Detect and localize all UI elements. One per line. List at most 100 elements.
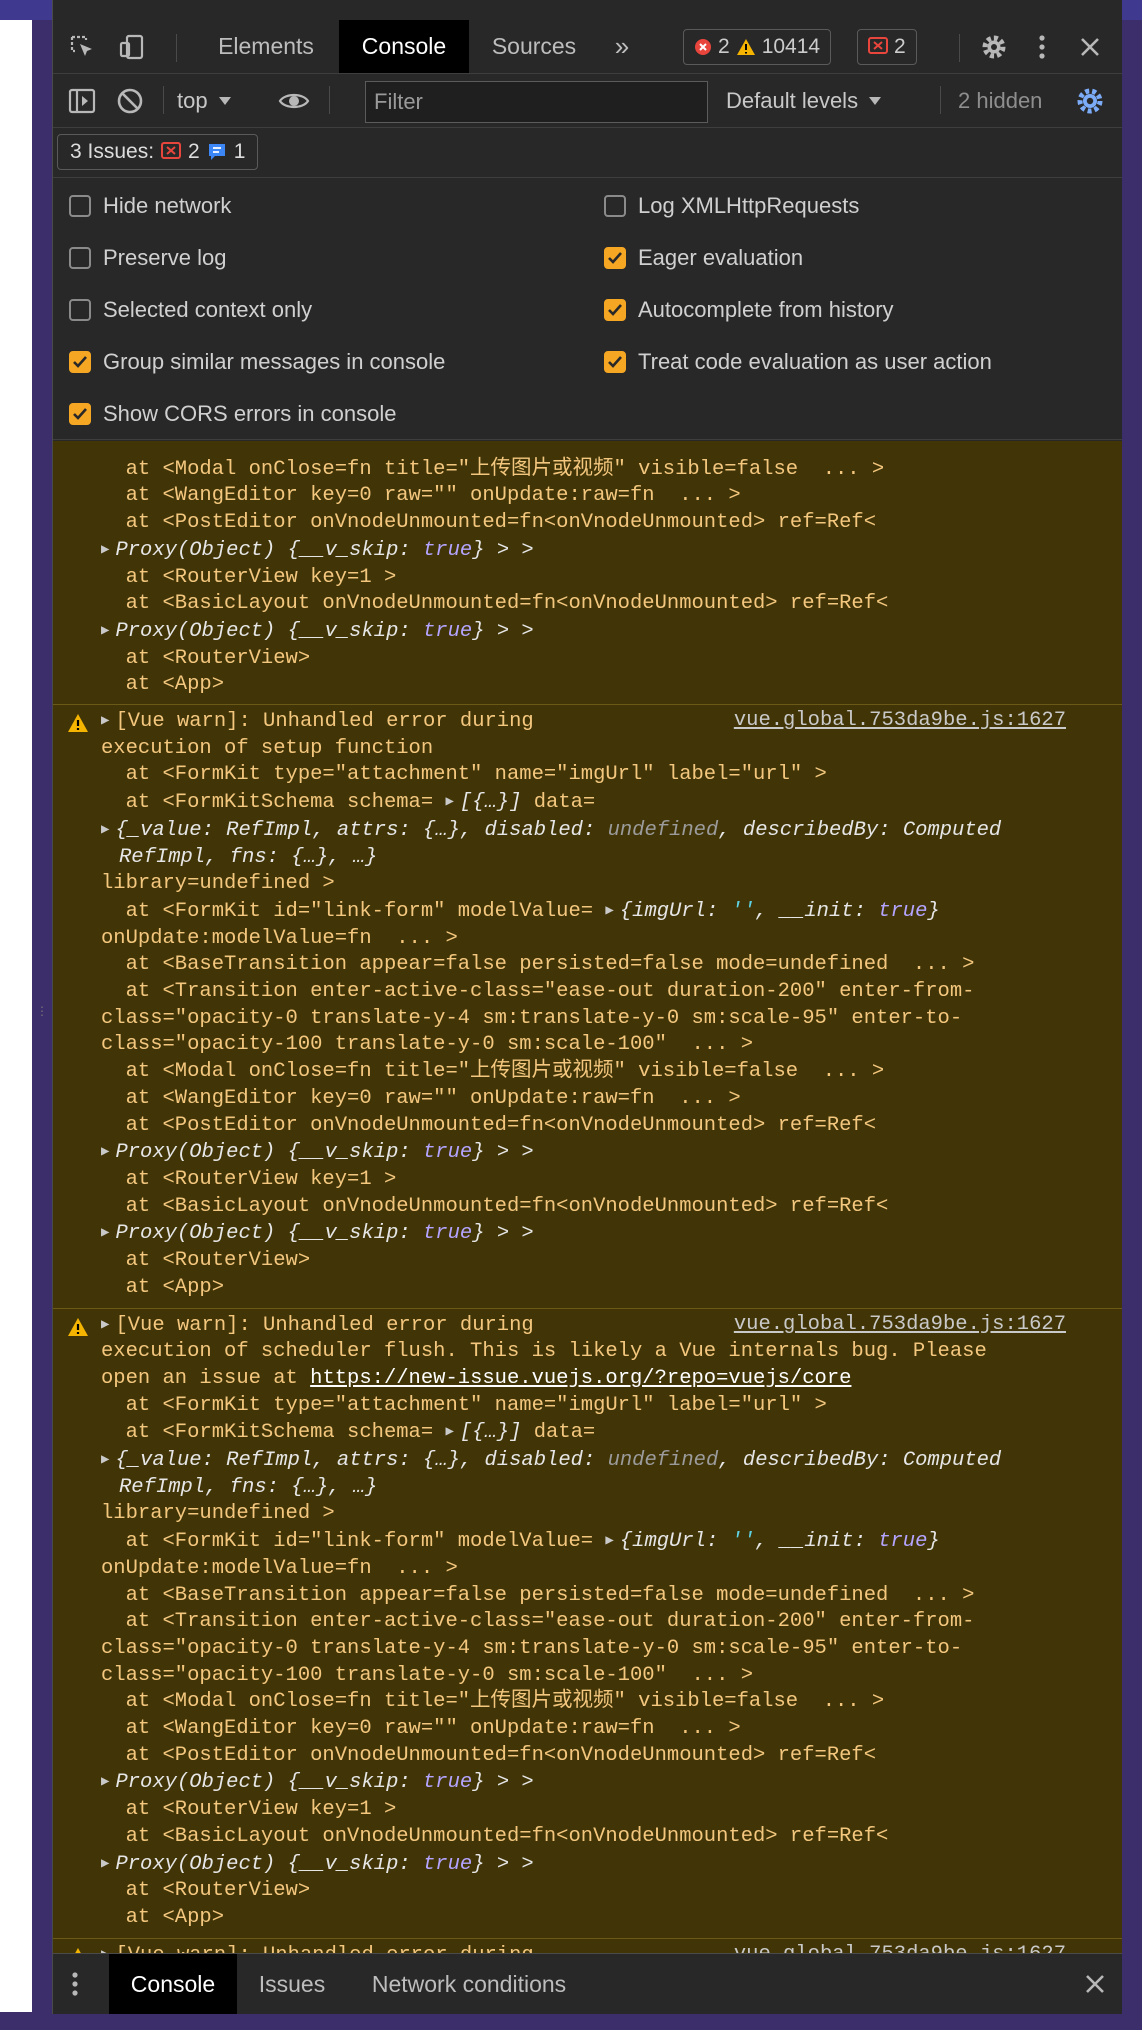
filter-input[interactable] xyxy=(365,81,708,123)
eager-evaluation-option[interactable]: Eager evaluation xyxy=(604,241,803,275)
console-warning-message: vue.global.753da9be.js:1627▶[Vue warn]: … xyxy=(53,705,1122,1309)
expand-triangle-icon[interactable]: ▶ xyxy=(101,618,109,645)
expand-triangle-icon[interactable]: ▶ xyxy=(445,789,453,816)
stack-line: at <RouterView> xyxy=(101,646,311,670)
inspect-element-icon[interactable] xyxy=(65,32,99,62)
log-levels-dropdown[interactable]: Default levels xyxy=(726,84,882,118)
expand-triangle-icon[interactable]: ▶ xyxy=(605,1528,613,1555)
warning-triangle-icon xyxy=(736,39,755,55)
hide-network-option[interactable]: Hide network xyxy=(69,189,231,223)
more-options-icon[interactable] xyxy=(1025,32,1059,62)
tab-elements[interactable]: Elements xyxy=(193,20,339,73)
drawer-tab-console[interactable]: Console xyxy=(109,1954,237,2014)
selected-context-checkbox[interactable] xyxy=(69,299,91,321)
error-count: 2 xyxy=(718,35,730,58)
drawer-menu-icon[interactable] xyxy=(53,1954,97,2014)
resize-handle[interactable]: ⋮ xyxy=(36,1004,48,1024)
show-cors-option[interactable]: Show CORS errors in console xyxy=(69,397,396,431)
issue-link[interactable]: https://new-issue.vuejs.org/?repo=vuejs/… xyxy=(310,1367,851,1390)
selected-context-option[interactable]: Selected context only xyxy=(69,293,312,327)
console-toolbar: top Default levels 2 hidden xyxy=(53,74,1122,128)
group-similar-option[interactable]: Group similar messages in console xyxy=(69,345,445,379)
separator xyxy=(959,34,960,62)
console-warning-message: vue.global.753da9be.js:1627▶[Vue warn]: … xyxy=(53,1309,1122,1939)
checkmark-icon xyxy=(608,304,622,316)
separator xyxy=(176,34,177,62)
stack-line: at <Modal onClose=fn title="上传图片或视频" vis… xyxy=(101,457,885,481)
stack-line: at <App> xyxy=(101,673,225,697)
treat-code-eval-option[interactable]: Treat code evaluation as user action xyxy=(604,345,992,379)
issues-button[interactable]: 3 Issues: 2 1 xyxy=(57,134,259,170)
console-messages: at <Modal onClose=fn title="上传图片或视频" vis… xyxy=(53,441,1122,1953)
expand-triangle-icon[interactable]: ▶ xyxy=(101,537,109,564)
checkmark-icon xyxy=(608,356,622,368)
console-warning-message: at <Modal onClose=fn title="上传图片或视频" vis… xyxy=(53,441,1122,706)
source-link[interactable]: vue.global.753da9be.js:1627 xyxy=(734,708,1066,735)
stack-line: at <RouterView key=1 > xyxy=(101,565,397,589)
preserve-log-checkbox[interactable] xyxy=(69,247,91,269)
issues-label: 3 Issues: xyxy=(70,140,155,163)
autocomplete-history-checkbox[interactable] xyxy=(604,299,626,321)
more-tabs-button[interactable]: » xyxy=(599,20,645,73)
settings-gear-icon[interactable] xyxy=(977,32,1011,62)
stack-line: at <BasicLayout onVnodeUnmounted=fn<onVn… xyxy=(101,592,889,616)
issues-error-count: 2 xyxy=(188,140,200,163)
main-tab-bar: Elements Console Sources » 2 10414 2 xyxy=(53,20,1122,74)
live-expression-eye-icon[interactable] xyxy=(277,84,311,118)
dropdown-arrow-icon xyxy=(218,97,231,105)
preserve-log-option[interactable]: Preserve log xyxy=(69,241,227,275)
close-devtools-icon[interactable] xyxy=(1073,32,1107,62)
bottom-drawer-bar: Console Issues Network conditions xyxy=(53,1953,1122,2014)
context-selector[interactable]: top xyxy=(177,84,232,118)
expand-triangle-icon[interactable]: ▶ xyxy=(101,1220,109,1247)
separator xyxy=(329,86,330,114)
issue-info-icon xyxy=(208,144,225,160)
drawer-tab-issues[interactable]: Issues xyxy=(237,1954,347,2014)
group-similar-checkbox[interactable] xyxy=(69,351,91,373)
drawer-tab-network-conditions[interactable]: Network conditions xyxy=(347,1954,591,2014)
expand-triangle-icon[interactable]: ▶ xyxy=(101,1447,109,1474)
console-settings-gear-icon[interactable] xyxy=(1073,84,1107,118)
source-link[interactable]: vue.global.753da9be.js:1627 xyxy=(734,1312,1066,1339)
tab-console[interactable]: Console xyxy=(339,20,469,73)
treat-code-eval-checkbox[interactable] xyxy=(604,351,626,373)
warning-count: 10414 xyxy=(761,35,821,58)
show-cors-checkbox[interactable] xyxy=(69,403,91,425)
log-xhr-checkbox[interactable] xyxy=(604,195,626,217)
autocomplete-history-option[interactable]: Autocomplete from history xyxy=(604,293,894,327)
expand-triangle-icon[interactable]: ▶ xyxy=(605,898,613,925)
tab-sources[interactable]: Sources xyxy=(469,20,599,73)
device-toolbar-icon[interactable] xyxy=(115,32,149,62)
devtools-panel: Elements Console Sources » 2 10414 2 top… xyxy=(52,0,1122,2014)
expand-triangle-icon[interactable]: ▶ xyxy=(101,1942,109,1953)
error-warning-counter[interactable]: 2 10414 xyxy=(683,29,832,65)
hidden-count: 2 hidden xyxy=(958,88,1043,113)
expand-triangle-icon[interactable]: ▶ xyxy=(101,1851,109,1878)
levels-label: Default levels xyxy=(726,88,859,113)
log-xhr-option[interactable]: Log XMLHttpRequests xyxy=(604,189,859,223)
checkmark-icon xyxy=(73,408,87,420)
clear-console-icon[interactable] xyxy=(113,84,147,118)
issue-count: 2 xyxy=(894,35,906,58)
sidebar-toggle-icon[interactable] xyxy=(65,84,99,118)
eager-evaluation-checkbox[interactable] xyxy=(604,247,626,269)
source-link[interactable]: vue.global.753da9be.js:1627 xyxy=(734,1942,1066,1953)
issues-info-count: 1 xyxy=(233,140,246,163)
error-circle-icon xyxy=(695,39,711,55)
issue-error-icon xyxy=(161,142,182,159)
hide-network-checkbox[interactable] xyxy=(69,195,91,217)
checkmark-icon xyxy=(608,252,622,264)
expand-triangle-icon[interactable]: ▶ xyxy=(101,1139,109,1166)
expand-triangle-icon[interactable]: ▶ xyxy=(101,1312,109,1339)
expand-triangle-icon[interactable]: ▶ xyxy=(101,708,109,735)
close-drawer-icon[interactable] xyxy=(1073,1954,1117,2014)
warning-triangle-icon xyxy=(68,1317,88,1336)
console-warning-message: vue.global.753da9be.js:1627▶[Vue warn]: … xyxy=(53,1939,1122,1953)
expand-triangle-icon[interactable]: ▶ xyxy=(101,1769,109,1796)
expand-triangle-icon[interactable]: ▶ xyxy=(445,1419,453,1446)
issues-counter[interactable]: 2 xyxy=(857,29,917,65)
expand-triangle-icon[interactable]: ▶ xyxy=(101,817,109,844)
issue-error-icon xyxy=(868,37,888,54)
warning-triangle-icon xyxy=(68,714,88,733)
separator xyxy=(940,86,941,114)
